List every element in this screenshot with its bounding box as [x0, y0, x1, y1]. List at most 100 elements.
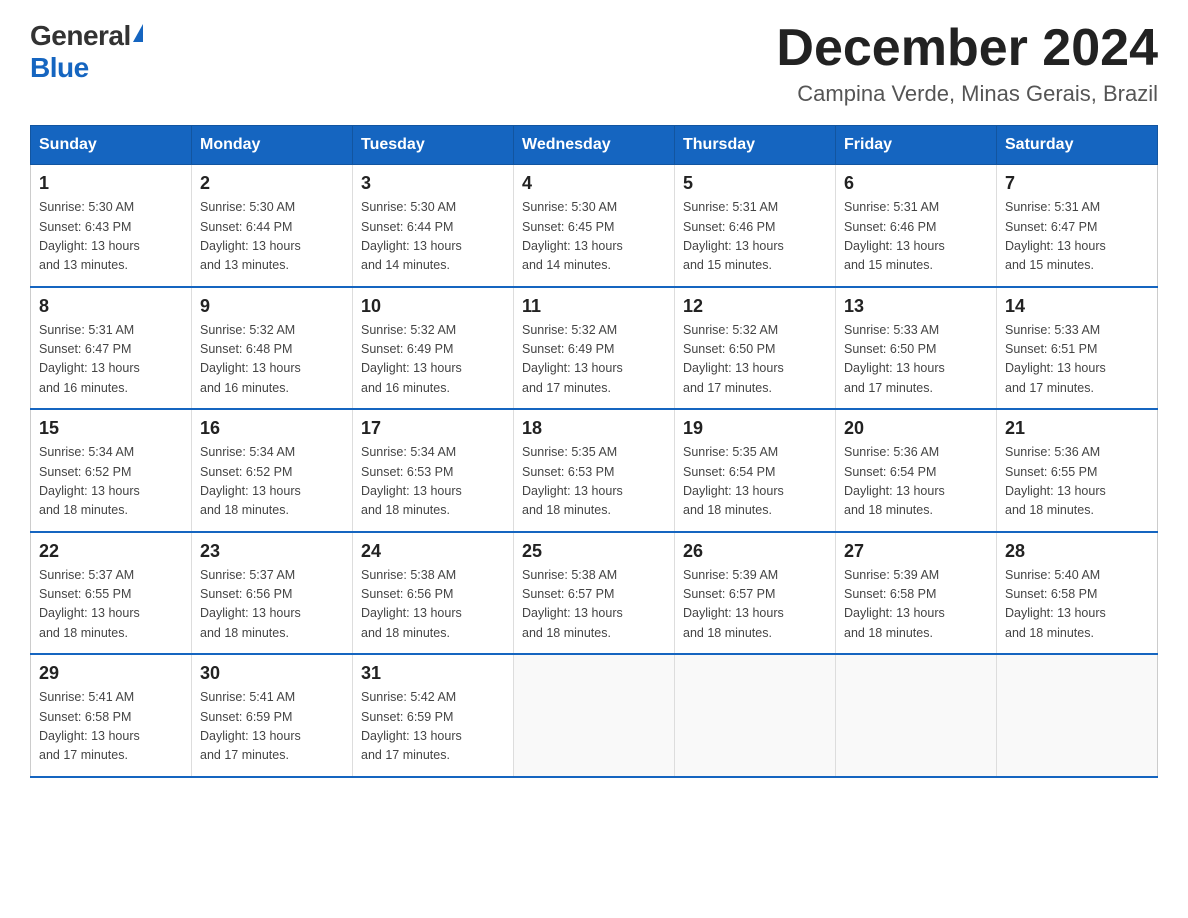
calendar-cell: 13 Sunrise: 5:33 AMSunset: 6:50 PMDayligh…: [836, 287, 997, 410]
page-header: General Blue December 2024 Campina Verde…: [30, 20, 1158, 107]
day-info: Sunrise: 5:33 AMSunset: 6:50 PMDaylight:…: [844, 321, 988, 399]
calendar-cell: 5 Sunrise: 5:31 AMSunset: 6:46 PMDaylight…: [675, 165, 836, 287]
title-section: December 2024 Campina Verde, Minas Gerai…: [776, 20, 1158, 107]
day-info: Sunrise: 5:30 AMSunset: 6:43 PMDaylight:…: [39, 198, 183, 276]
day-info: Sunrise: 5:31 AMSunset: 6:46 PMDaylight:…: [844, 198, 988, 276]
col-header-friday: Friday: [836, 126, 997, 165]
col-header-wednesday: Wednesday: [514, 126, 675, 165]
calendar-cell: 22 Sunrise: 5:37 AMSunset: 6:55 PMDayligh…: [31, 532, 192, 655]
logo-blue-text: Blue: [30, 52, 89, 83]
calendar-cell: 15Sunrise: 5:34 AMSunset: 6:52 PMDayligh…: [31, 409, 192, 532]
day-info: Sunrise: 5:41 AMSunset: 6:59 PMDaylight:…: [200, 688, 344, 766]
calendar-cell: 17 Sunrise: 5:34 AMSunset: 6:53 PMDayligh…: [353, 409, 514, 532]
calendar-week-row: 8Sunrise: 5:31 AMSunset: 6:47 PMDaylight…: [31, 287, 1158, 410]
day-info: Sunrise: 5:40 AMSunset: 6:58 PMDaylight:…: [1005, 566, 1149, 644]
day-number: 1: [39, 173, 183, 194]
day-info: Sunrise: 5:32 AMSunset: 6:49 PMDaylight:…: [522, 321, 666, 399]
calendar-cell: 29Sunrise: 5:41 AMSunset: 6:58 PMDayligh…: [31, 654, 192, 777]
day-number: 12: [683, 296, 827, 317]
calendar-week-row: 22 Sunrise: 5:37 AMSunset: 6:55 PMDayligh…: [31, 532, 1158, 655]
calendar-cell: 7Sunrise: 5:31 AMSunset: 6:47 PMDaylight…: [997, 165, 1158, 287]
day-number: 28: [1005, 541, 1149, 562]
calendar-cell: 31Sunrise: 5:42 AMSunset: 6:59 PMDayligh…: [353, 654, 514, 777]
calendar-week-row: 1 Sunrise: 5:30 AMSunset: 6:43 PMDaylight…: [31, 165, 1158, 287]
calendar-week-row: 29Sunrise: 5:41 AMSunset: 6:58 PMDayligh…: [31, 654, 1158, 777]
calendar-cell: 8Sunrise: 5:31 AMSunset: 6:47 PMDaylight…: [31, 287, 192, 410]
day-number: 11: [522, 296, 666, 317]
day-number: 20: [844, 418, 988, 439]
calendar-cell: 3Sunrise: 5:30 AMSunset: 6:44 PMDaylight…: [353, 165, 514, 287]
calendar-cell: 27Sunrise: 5:39 AMSunset: 6:58 PMDayligh…: [836, 532, 997, 655]
day-info: Sunrise: 5:32 AMSunset: 6:48 PMDaylight:…: [200, 321, 344, 399]
day-number: 3: [361, 173, 505, 194]
calendar-cell: 1 Sunrise: 5:30 AMSunset: 6:43 PMDaylight…: [31, 165, 192, 287]
day-info: Sunrise: 5:33 AMSunset: 6:51 PMDaylight:…: [1005, 321, 1149, 399]
day-info: Sunrise: 5:38 AMSunset: 6:57 PMDaylight:…: [522, 566, 666, 644]
day-number: 18: [522, 418, 666, 439]
day-number: 15: [39, 418, 183, 439]
calendar-cell: 16Sunrise: 5:34 AMSunset: 6:52 PMDayligh…: [192, 409, 353, 532]
day-info: Sunrise: 5:32 AMSunset: 6:50 PMDaylight:…: [683, 321, 827, 399]
day-info: Sunrise: 5:35 AMSunset: 6:53 PMDaylight:…: [522, 443, 666, 521]
calendar-cell: [675, 654, 836, 777]
calendar-week-row: 15Sunrise: 5:34 AMSunset: 6:52 PMDayligh…: [31, 409, 1158, 532]
calendar-cell: 9 Sunrise: 5:32 AMSunset: 6:48 PMDaylight…: [192, 287, 353, 410]
calendar-cell: 10Sunrise: 5:32 AMSunset: 6:49 PMDayligh…: [353, 287, 514, 410]
day-info: Sunrise: 5:31 AMSunset: 6:46 PMDaylight:…: [683, 198, 827, 276]
calendar-cell: 2Sunrise: 5:30 AMSunset: 6:44 PMDaylight…: [192, 165, 353, 287]
col-header-monday: Monday: [192, 126, 353, 165]
calendar-cell: 26Sunrise: 5:39 AMSunset: 6:57 PMDayligh…: [675, 532, 836, 655]
day-number: 25: [522, 541, 666, 562]
col-header-tuesday: Tuesday: [353, 126, 514, 165]
calendar-cell: 20 Sunrise: 5:36 AMSunset: 6:54 PMDayligh…: [836, 409, 997, 532]
day-number: 29: [39, 663, 183, 684]
day-number: 5: [683, 173, 827, 194]
day-info: Sunrise: 5:36 AMSunset: 6:54 PMDaylight:…: [844, 443, 988, 521]
day-info: Sunrise: 5:30 AMSunset: 6:45 PMDaylight:…: [522, 198, 666, 276]
day-info: Sunrise: 5:39 AMSunset: 6:58 PMDaylight:…: [844, 566, 988, 644]
logo-triangle-icon: [133, 24, 143, 42]
calendar-cell: 6 Sunrise: 5:31 AMSunset: 6:46 PMDaylight…: [836, 165, 997, 287]
day-number: 30: [200, 663, 344, 684]
col-header-sunday: Sunday: [31, 126, 192, 165]
day-number: 10: [361, 296, 505, 317]
calendar-cell: [836, 654, 997, 777]
day-number: 23: [200, 541, 344, 562]
day-number: 2: [200, 173, 344, 194]
day-number: 7: [1005, 173, 1149, 194]
calendar-cell: 18 Sunrise: 5:35 AMSunset: 6:53 PMDayligh…: [514, 409, 675, 532]
day-info: Sunrise: 5:36 AMSunset: 6:55 PMDaylight:…: [1005, 443, 1149, 521]
col-header-thursday: Thursday: [675, 126, 836, 165]
calendar-cell: 30 Sunrise: 5:41 AMSunset: 6:59 PMDayligh…: [192, 654, 353, 777]
day-number: 8: [39, 296, 183, 317]
day-number: 16: [200, 418, 344, 439]
calendar-cell: 11 Sunrise: 5:32 AMSunset: 6:49 PMDayligh…: [514, 287, 675, 410]
logo: General Blue: [30, 20, 143, 84]
day-number: 17: [361, 418, 505, 439]
day-info: Sunrise: 5:38 AMSunset: 6:56 PMDaylight:…: [361, 566, 505, 644]
day-info: Sunrise: 5:35 AMSunset: 6:54 PMDaylight:…: [683, 443, 827, 521]
day-number: 26: [683, 541, 827, 562]
day-number: 22: [39, 541, 183, 562]
calendar-cell: 24 Sunrise: 5:38 AMSunset: 6:56 PMDayligh…: [353, 532, 514, 655]
day-number: 9: [200, 296, 344, 317]
calendar-cell: 21 Sunrise: 5:36 AMSunset: 6:55 PMDayligh…: [997, 409, 1158, 532]
month-title: December 2024: [776, 20, 1158, 77]
day-number: 21: [1005, 418, 1149, 439]
day-number: 6: [844, 173, 988, 194]
day-info: Sunrise: 5:37 AMSunset: 6:55 PMDaylight:…: [39, 566, 183, 644]
day-number: 13: [844, 296, 988, 317]
location-title: Campina Verde, Minas Gerais, Brazil: [776, 81, 1158, 107]
day-info: Sunrise: 5:37 AMSunset: 6:56 PMDaylight:…: [200, 566, 344, 644]
calendar-header-row: SundayMondayTuesdayWednesdayThursdayFrid…: [31, 126, 1158, 165]
calendar-cell: 28 Sunrise: 5:40 AMSunset: 6:58 PMDayligh…: [997, 532, 1158, 655]
calendar-cell: [997, 654, 1158, 777]
calendar-cell: 4 Sunrise: 5:30 AMSunset: 6:45 PMDaylight…: [514, 165, 675, 287]
day-number: 24: [361, 541, 505, 562]
col-header-saturday: Saturday: [997, 126, 1158, 165]
calendar-table: SundayMondayTuesdayWednesdayThursdayFrid…: [30, 125, 1158, 778]
day-info: Sunrise: 5:34 AMSunset: 6:53 PMDaylight:…: [361, 443, 505, 521]
day-number: 4: [522, 173, 666, 194]
calendar-cell: 14Sunrise: 5:33 AMSunset: 6:51 PMDayligh…: [997, 287, 1158, 410]
day-info: Sunrise: 5:42 AMSunset: 6:59 PMDaylight:…: [361, 688, 505, 766]
